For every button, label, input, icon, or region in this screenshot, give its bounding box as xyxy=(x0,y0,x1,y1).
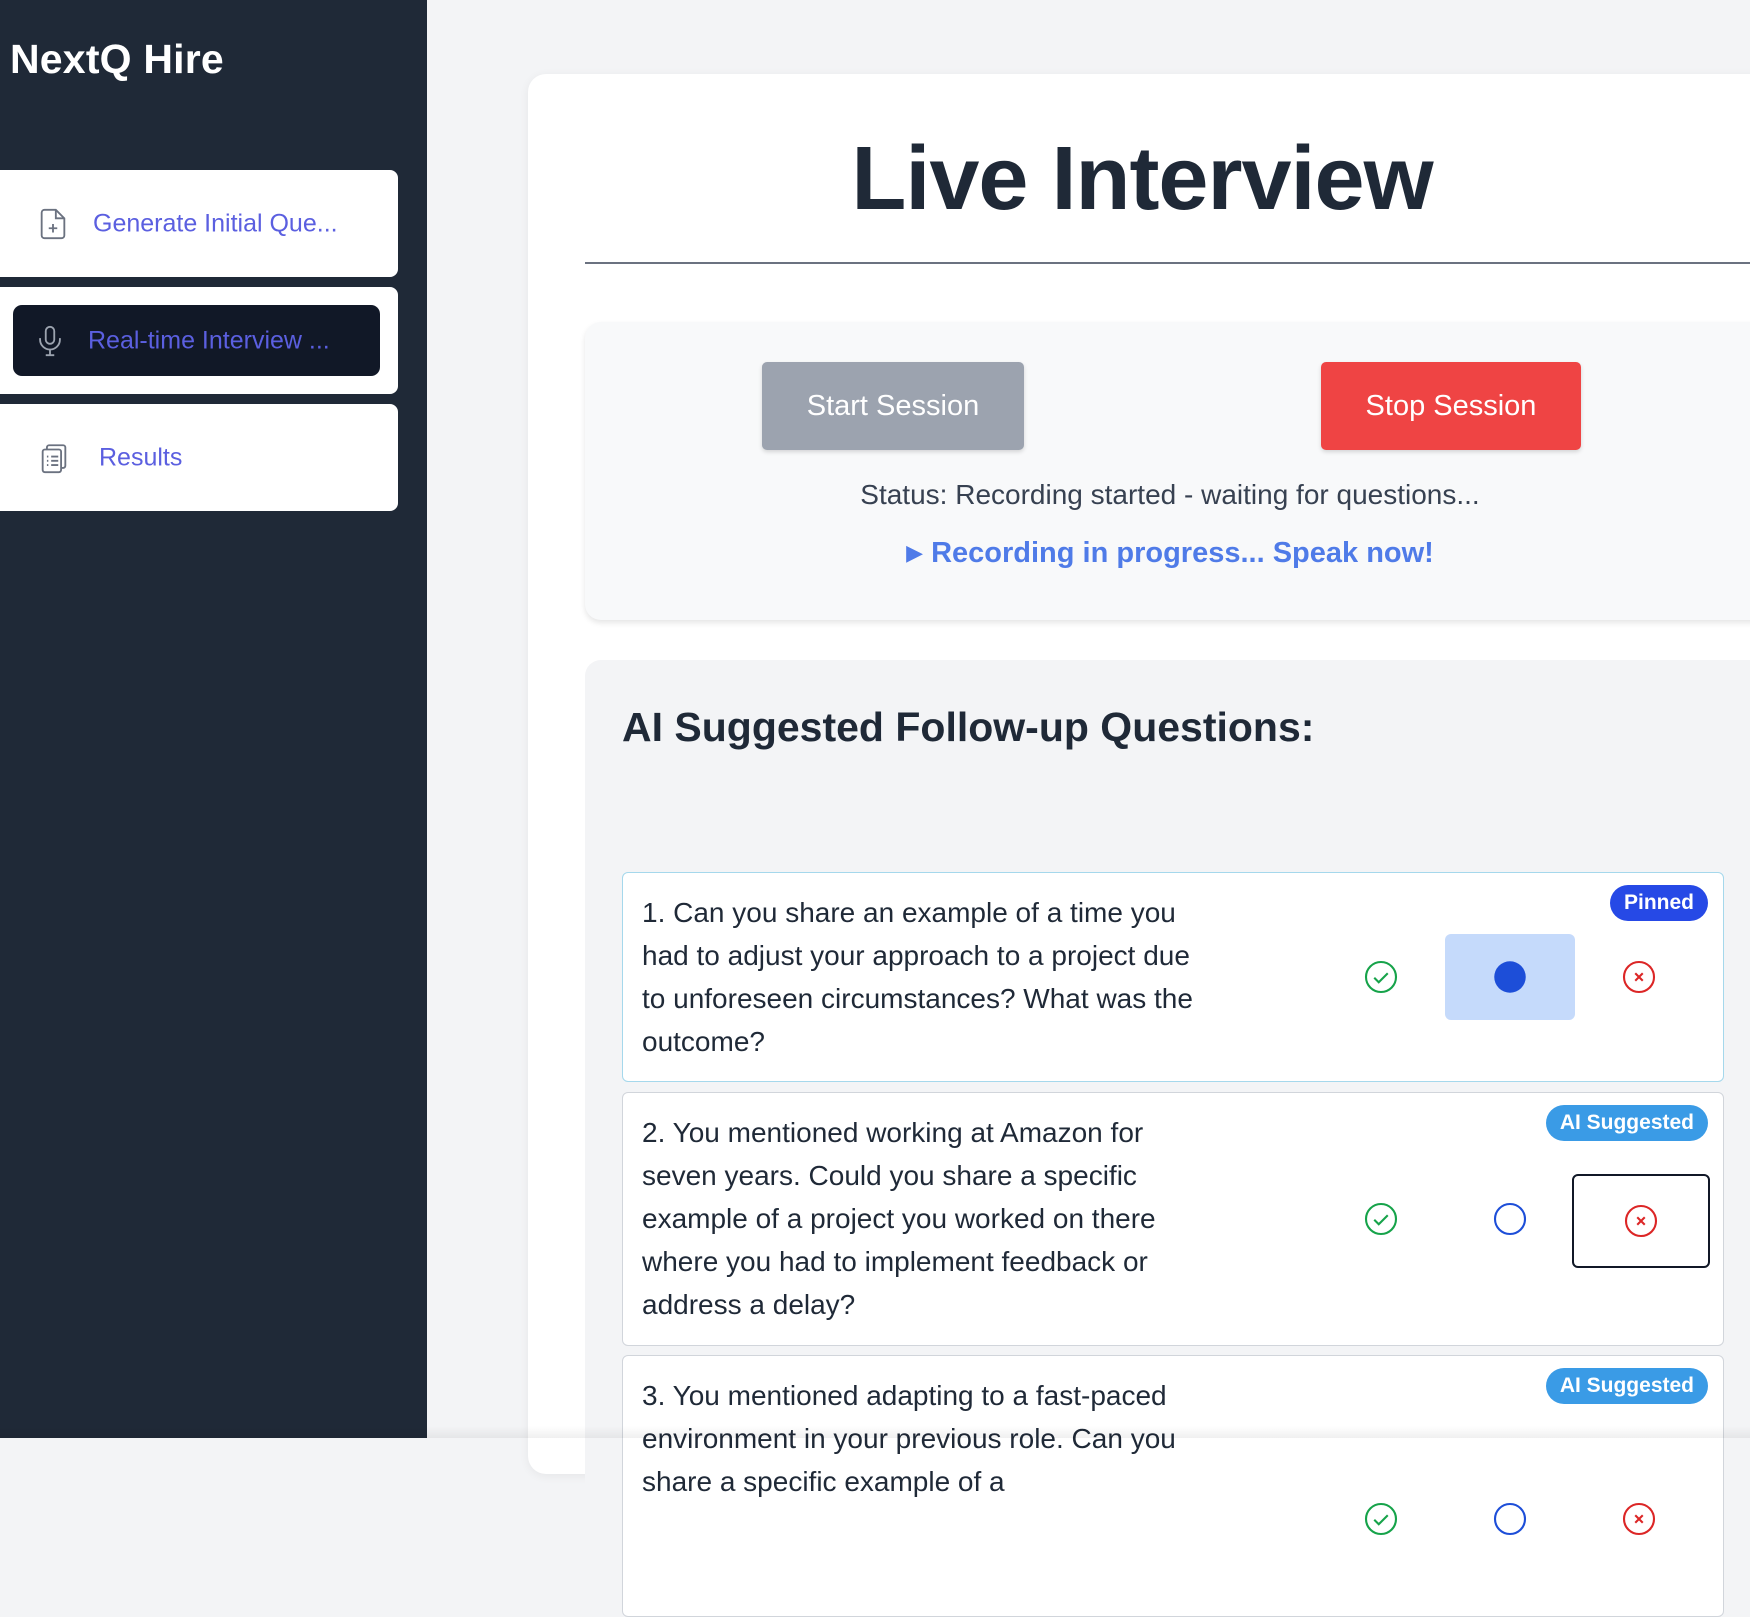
pin-empty-circle-icon xyxy=(1493,1502,1527,1536)
question-card: 1. Can you share an example of a time yo… xyxy=(622,872,1724,1082)
pin-button[interactable] xyxy=(1445,1176,1575,1262)
pin-button[interactable] xyxy=(1445,934,1575,1020)
check-circle-icon xyxy=(1364,1202,1398,1236)
accept-button[interactable] xyxy=(1316,1476,1446,1562)
brand-title: NextQ Hire xyxy=(10,36,224,82)
file-plus-icon xyxy=(40,208,66,239)
sidebar-item-realtime-interview[interactable]: Real-time Interview ... xyxy=(0,287,398,394)
check-circle-icon xyxy=(1364,1502,1398,1536)
x-circle-icon xyxy=(1622,1502,1656,1536)
microphone-icon xyxy=(39,325,61,356)
pinned-badge: Pinned xyxy=(1609,885,1708,921)
ai-suggested-badge: AI Suggested xyxy=(1545,1105,1708,1141)
stop-session-button[interactable]: Stop Session xyxy=(1321,362,1581,450)
recording-text: Recording in progress... Speak now! xyxy=(931,537,1434,569)
start-session-button[interactable]: Start Session xyxy=(762,362,1024,450)
ai-suggested-badge: AI Suggested xyxy=(1545,1368,1708,1404)
reject-button[interactable] xyxy=(1574,1476,1704,1562)
page-title: Live Interview xyxy=(851,129,1433,229)
check-circle-icon xyxy=(1364,960,1398,994)
recording-indicator: ▶ Recording in progress... Speak now! xyxy=(585,537,1750,570)
main-card: Live Interview Start Session Stop Sessio… xyxy=(528,74,1750,1617)
sidebar-item-label: Generate Initial Que... xyxy=(93,209,338,237)
question-card: 3. You mentioned adapting to a fast-pace… xyxy=(622,1355,1724,1617)
clipboard-list-icon xyxy=(41,443,67,473)
sidebar-item-generate-questions[interactable]: Generate Initial Que... xyxy=(0,170,398,277)
x-circle-icon xyxy=(1622,960,1656,994)
title-divider xyxy=(585,262,1750,264)
sidebar-item-label: Real-time Interview ... xyxy=(88,326,330,354)
session-controls: Start Session Stop Session Status: Recor… xyxy=(585,322,1750,620)
sidebar-item-results[interactable]: Results xyxy=(0,404,398,511)
pin-empty-circle-icon xyxy=(1493,1202,1527,1236)
accept-button[interactable] xyxy=(1316,1176,1446,1262)
pin-button[interactable] xyxy=(1445,1476,1575,1562)
section-heading: AI Suggested Follow-up Questions: xyxy=(622,704,1315,750)
question-text: 3. You mentioned adapting to a fast-pace… xyxy=(642,1380,1176,1497)
reject-button[interactable] xyxy=(1574,934,1704,1020)
reject-button[interactable] xyxy=(1572,1174,1710,1268)
x-circle-icon xyxy=(1624,1204,1658,1238)
sidebar: NextQ Hire Generate Initial Que... Real-… xyxy=(0,0,427,1438)
question-text: 2. You mentioned working at Amazon for s… xyxy=(642,1117,1156,1320)
question-card: 2. You mentioned working at Amazon for s… xyxy=(622,1092,1724,1346)
session-status: Status: Recording started - waiting for … xyxy=(860,479,1480,510)
play-icon: ▶ xyxy=(906,540,924,565)
followup-questions-section: AI Suggested Follow-up Questions: 1. Can… xyxy=(585,660,1750,1617)
accept-button[interactable] xyxy=(1316,934,1446,1020)
sidebar-item-label: Results xyxy=(99,443,183,471)
question-text: 1. Can you share an example of a time yo… xyxy=(642,897,1193,1057)
scroll-shadow xyxy=(0,1426,1750,1438)
pin-filled-circle-icon xyxy=(1494,961,1526,993)
